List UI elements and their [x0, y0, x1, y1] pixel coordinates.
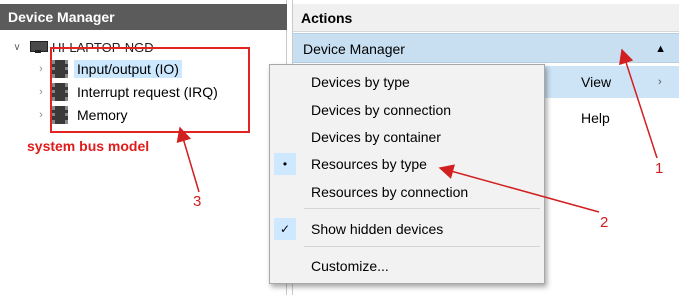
arrow-2 [438, 164, 600, 213]
arrow-3 [176, 126, 200, 193]
arrow-1 [619, 48, 658, 159]
annotation-arrows [176, 48, 658, 213]
annotation-number-3: 3 [193, 193, 202, 210]
annotation-number-2: 2 [600, 214, 609, 231]
annotation-number-1: 1 [655, 160, 664, 177]
